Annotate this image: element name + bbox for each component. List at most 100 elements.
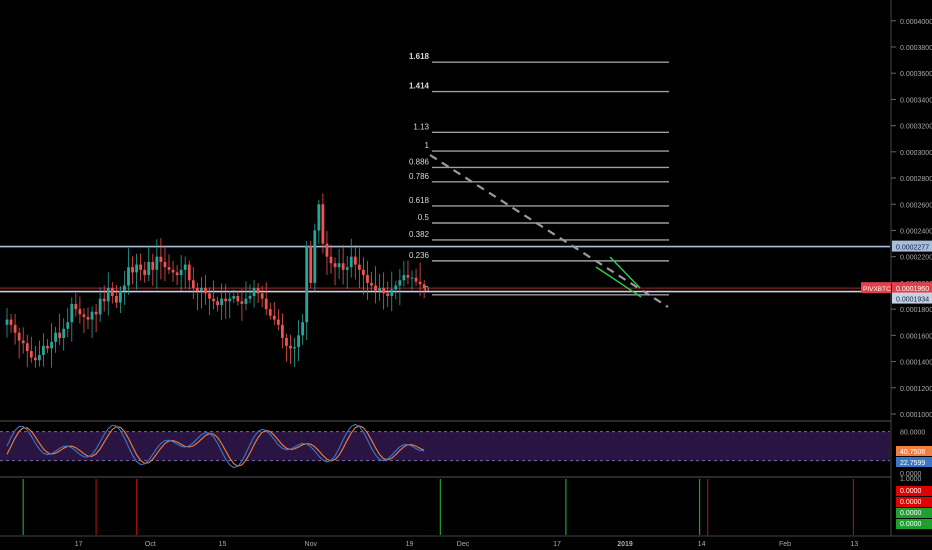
time-axis-label: 17 bbox=[75, 541, 83, 548]
candle-body bbox=[398, 280, 402, 286]
candle-body bbox=[46, 345, 49, 349]
price-axis-label: 0.0001600 bbox=[900, 333, 932, 340]
price-axis-label: 0.0003400 bbox=[900, 97, 932, 104]
fib-level-label: 0.5 bbox=[418, 213, 430, 222]
candle-body bbox=[123, 285, 126, 291]
candle-body bbox=[33, 357, 37, 361]
candle-body bbox=[260, 293, 264, 299]
candle-body bbox=[394, 285, 398, 290]
candle-body bbox=[171, 269, 175, 273]
candle-body bbox=[74, 303, 78, 310]
signal-axis-label: 0.0000 bbox=[900, 488, 922, 495]
candle-body bbox=[187, 264, 191, 281]
candle-body bbox=[5, 319, 9, 325]
time-axis-label: Nov bbox=[305, 541, 318, 548]
candle-body bbox=[195, 288, 199, 291]
candle-body bbox=[349, 256, 353, 268]
signal-axis-label: 0.0000 bbox=[900, 521, 922, 528]
fib-level-label: 0.618 bbox=[409, 196, 430, 205]
time-axis-label: 14 bbox=[698, 541, 706, 548]
candle-body bbox=[163, 261, 167, 268]
fib-level-label: 0.886 bbox=[409, 157, 430, 166]
candle-body bbox=[333, 263, 337, 268]
candle-body bbox=[90, 311, 94, 320]
candle-body bbox=[42, 345, 45, 355]
candle-body bbox=[285, 337, 288, 346]
time-axis-label: Oct bbox=[145, 541, 156, 548]
signal-axis-label: 0.0000 bbox=[900, 499, 922, 506]
candle-body bbox=[13, 324, 17, 333]
candle-body bbox=[337, 263, 341, 268]
candle-body bbox=[353, 256, 357, 265]
candle-body bbox=[167, 267, 171, 270]
price-axis-label: 0.0001200 bbox=[900, 386, 932, 393]
price-level-value: 0.0001934 bbox=[896, 297, 929, 304]
candle-body bbox=[232, 296, 236, 299]
candle-body bbox=[378, 288, 381, 291]
candle-body bbox=[402, 275, 406, 281]
candle-body bbox=[268, 309, 272, 316]
candle-body bbox=[341, 263, 345, 270]
candle-body bbox=[58, 332, 62, 338]
candle-body bbox=[272, 315, 276, 320]
candle-body bbox=[301, 322, 305, 336]
candle-body bbox=[418, 281, 422, 285]
candle-body bbox=[264, 298, 268, 310]
candle-body bbox=[305, 246, 309, 323]
time-axis-label: 15 bbox=[219, 541, 227, 548]
price-axis-label: 0.0002600 bbox=[900, 202, 932, 209]
candle-body bbox=[248, 296, 252, 299]
candle-body bbox=[256, 288, 260, 294]
stoch-d-value: 40.7506 bbox=[900, 449, 925, 456]
fib-level-label: 1.414 bbox=[409, 82, 430, 91]
candle-body bbox=[135, 264, 138, 273]
candle-body bbox=[62, 328, 66, 338]
candle-body bbox=[321, 204, 325, 244]
candle-body bbox=[17, 332, 21, 341]
candle-body bbox=[382, 288, 386, 294]
time-axis-label: 13 bbox=[850, 541, 858, 548]
candle-body bbox=[70, 303, 74, 323]
candle-body bbox=[410, 277, 414, 279]
price-axis-label: 0.0003600 bbox=[900, 71, 932, 78]
candle-body bbox=[208, 293, 211, 299]
chart-background bbox=[0, 0, 932, 550]
candle-body bbox=[25, 343, 29, 352]
candle-body bbox=[114, 296, 118, 303]
candle-body bbox=[200, 288, 203, 291]
fib-level-label: 0.786 bbox=[409, 172, 430, 181]
candle-body bbox=[329, 256, 333, 264]
candle-body bbox=[94, 311, 98, 315]
candle-body bbox=[345, 267, 349, 270]
fib-level-label: 0.236 bbox=[409, 251, 430, 260]
price-axis-label: 0.0001800 bbox=[900, 307, 932, 314]
candle-body bbox=[147, 261, 151, 276]
candle-body bbox=[119, 290, 122, 303]
candle-body bbox=[38, 354, 41, 361]
candle-body bbox=[82, 314, 86, 317]
candle-body bbox=[191, 280, 195, 289]
candle-body bbox=[9, 319, 13, 325]
time-axis-label: Dec bbox=[457, 541, 470, 548]
fib-level-label: 1.618 bbox=[409, 52, 430, 61]
price-axis-label: 0.0003800 bbox=[900, 45, 932, 52]
candle-body bbox=[362, 269, 365, 276]
candle-body bbox=[86, 316, 90, 320]
candle-body bbox=[212, 298, 215, 302]
candle-body bbox=[240, 301, 244, 304]
candle-body bbox=[357, 264, 361, 270]
candle-body bbox=[236, 296, 240, 302]
time-axis-label: 19 bbox=[406, 541, 414, 548]
candle-body bbox=[159, 256, 163, 262]
candle-body bbox=[155, 256, 159, 270]
candle-body bbox=[374, 285, 377, 291]
candle-body bbox=[78, 309, 82, 315]
candle-body bbox=[244, 298, 248, 304]
candle-body bbox=[151, 261, 155, 270]
candle-body bbox=[54, 332, 57, 342]
candle-body bbox=[317, 204, 321, 231]
candle-body bbox=[313, 230, 317, 283]
candle-body bbox=[228, 298, 232, 302]
candle-body bbox=[50, 341, 53, 349]
price-axis-label: 0.0001400 bbox=[900, 360, 932, 367]
